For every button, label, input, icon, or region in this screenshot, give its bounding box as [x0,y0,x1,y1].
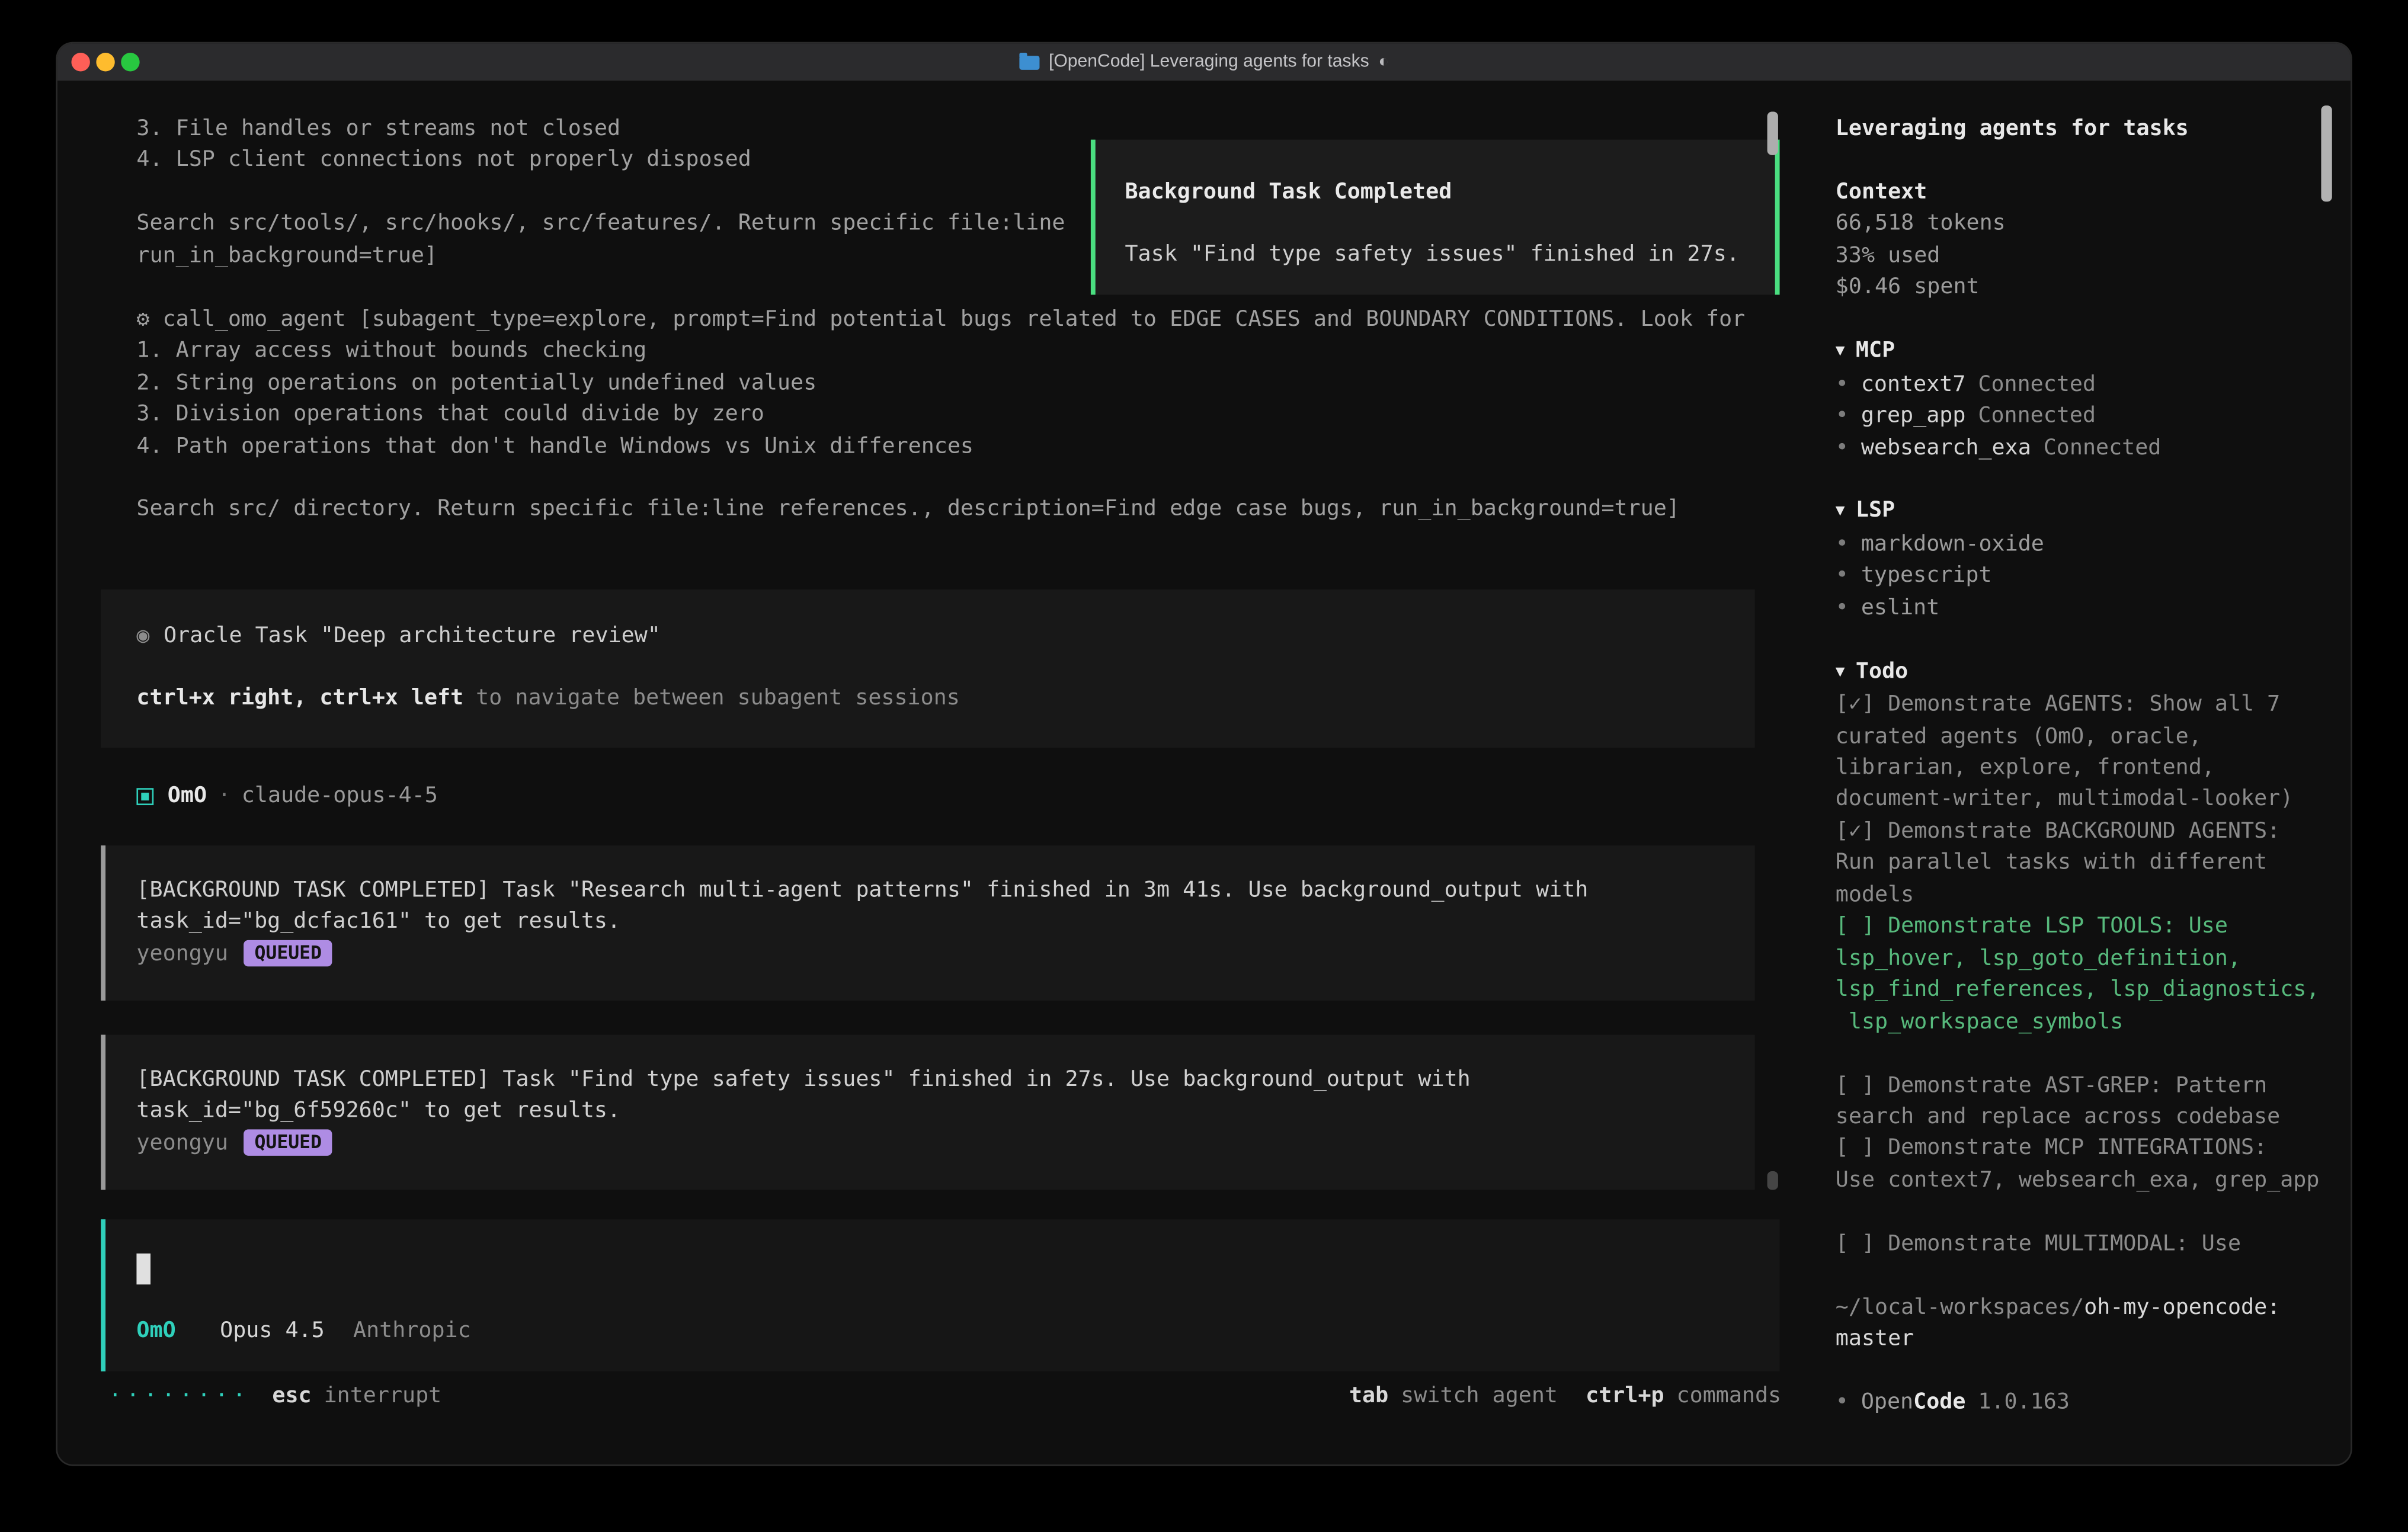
todo-item-done: [✓] Demonstrate AGENTS: Show all 7 curat… [1836,689,2338,816]
screenshot-stage: [OpenCode] Leveraging agents for tasks ◐… [0,0,2408,1532]
todo-item-pending: [ ] Demonstrate MULTIMODAL: Use [1836,1228,2338,1260]
esc-key-hint: esc [272,1384,311,1409]
todo-section-heading[interactable]: ▼Todo [1836,656,2338,689]
hint-text: to navigate between subagent sessions [476,687,960,711]
session-title: Leveraging agents for tasks [1836,113,2338,145]
bullet-icon: • [1836,595,1849,620]
collapse-triangle-icon: ▼ [1836,343,1845,360]
model-row: OmO Opus 4.5 Anthropic [136,1316,470,1348]
window-titlebar: [OpenCode] Leveraging agents for tasks ◐ [57,43,2351,81]
input-provider-name: Anthropic [353,1319,471,1344]
background-task-toast: Background Task Completed Task "Find typ… [1091,140,1780,295]
message-text: [BACKGROUND TASK COMPLETED] Task "Find t… [136,1064,1754,1127]
toast-title: Background Task Completed [1125,177,1750,209]
ctrlp-key-hint: ctrl+p [1586,1384,1664,1409]
oracle-icon: ◉ [136,624,149,649]
input-model-name: Opus 4.5 [220,1319,325,1344]
mcp-item: •websearch_exaConnected [1836,432,2338,464]
queued-message: [BACKGROUND TASK COMPLETED] Task "Find t… [101,1035,1754,1190]
folder-icon [1019,55,1039,69]
status-right: tab switch agent ctrl+p commands [1349,1381,1781,1413]
prompt-input[interactable]: OmO Opus 4.5 Anthropic [101,1219,1779,1371]
bullet-icon: • [1836,1390,1849,1415]
workspace-branch: master [1836,1323,2338,1355]
mcp-item: •grep_appConnected [1836,400,2338,432]
text-cursor [136,1254,150,1284]
lsp-item: •markdown-oxide [1836,529,2338,561]
separator-dot: · [217,780,230,812]
bullet-icon: • [1836,371,1849,396]
queued-badge: QUEUED [244,940,332,967]
minimize-button[interactable] [96,53,114,71]
message-author: yeongyu [136,1131,228,1156]
context-used: 33% used [1836,240,2338,272]
lsp-section-heading[interactable]: ▼LSP [1836,495,2338,528]
lsp-item: •eslint [1836,592,2338,624]
message-meta: yeongyu QUEUED [136,1127,1754,1159]
lsp-item: •typescript [1836,560,2338,592]
todo-item-done: [✓] Demonstrate BACKGROUND AGENTS: Run p… [1836,816,2338,911]
brand-name-bright: Code [1913,1390,1965,1415]
bullet-icon: • [1836,403,1849,428]
oracle-task-title: Oracle Task "Deep architecture review" [164,624,661,649]
collapse-triangle-icon: ▼ [1836,664,1845,681]
context-spent: $0.46 spent [1836,272,2338,304]
toast-body: Task "Find type safety issues" finished … [1125,239,1750,271]
hint-keys: ctrl+x right, ctrl+x left [136,687,463,711]
bullet-icon: • [1836,563,1849,588]
terminal-window: [OpenCode] Leveraging agents for tasks ◐… [57,43,2351,1464]
message-text: [BACKGROUND TASK COMPLETED] Task "Resear… [136,875,1754,938]
window-title: [OpenCode] Leveraging agents for tasks [1049,53,1369,71]
opencode-version-footer: • OpenCode 1.0.163 [1836,1387,2338,1419]
status-bar: ········ esc interrupt tab switch agent ctrl… [108,1381,1781,1413]
agent-header: OmO · claude-opus-4-5 [136,780,437,812]
session-sidebar: Leveraging agents for tasks Context 66,5… [1811,81,2351,1464]
queued-badge: QUEUED [244,1129,332,1156]
context-tokens: 66,518 tokens [1836,209,2338,241]
agent-name: OmO [168,780,207,812]
todo-item-pending: [ ] Demonstrate AST-GREP: Pattern search… [1836,1070,2338,1133]
mcp-item: •context7Connected [1836,368,2338,400]
oracle-task-panel: ◉Oracle Task "Deep architecture review" … [101,589,1754,748]
bullet-icon: • [1836,435,1849,460]
agent-model: claude-opus-4-5 [242,780,438,812]
main-scrollbar-thumb[interactable] [1767,112,1778,155]
queued-message: [BACKGROUND TASK COMPLETED] Task "Resear… [101,845,1754,1001]
version-number: 1.0.163 [1978,1390,2070,1415]
subagent-nav-hint: ctrl+x right, ctrl+x left to navigate bet… [136,683,1754,715]
close-button[interactable] [71,53,89,71]
workspace-repo: oh-my-opencode: [2084,1295,2280,1320]
oracle-task-line: ◉ Oracle Task "Deep architecture review" [136,620,1754,652]
bullet-icon: • [1836,532,1849,557]
brand-name-dim: Open [1861,1390,1913,1415]
workspace-path: ~/local-workspaces/oh-my-opencode: maste… [1836,1291,2338,1355]
status-left: ········ esc interrupt [108,1381,441,1413]
esc-key-label: interrupt [324,1384,442,1409]
traffic-lights [71,53,139,71]
zoom-button[interactable] [121,53,139,71]
mcp-section-heading[interactable]: ▼MCP [1836,335,2338,368]
tab-key-label: switch agent [1401,1384,1558,1409]
todo-item-active: [ ] Demonstrate LSP TOOLS: Use lsp_hover… [1836,911,2338,1038]
main-scrollbar-thumb-secondary[interactable] [1767,1171,1778,1190]
message-meta: yeongyu QUEUED [136,938,1754,970]
workspace-path-prefix: ~/local-workspaces/ [1836,1295,2084,1320]
collapse-triangle-icon: ▼ [1836,503,1845,520]
ctrlp-key-label: commands [1677,1384,1782,1409]
input-agent-name: OmO [136,1319,175,1344]
spinner-dots-icon: ········ [108,1384,250,1409]
message-author: yeongyu [136,941,228,966]
timer-icon: ◐ [1378,53,1388,71]
agent-square-icon [136,788,153,805]
tab-key-hint: tab [1349,1384,1388,1409]
todo-item-pending: [ ] Demonstrate MCP INTEGRATIONS: Use co… [1836,1133,2338,1197]
context-heading: Context [1836,177,2338,209]
